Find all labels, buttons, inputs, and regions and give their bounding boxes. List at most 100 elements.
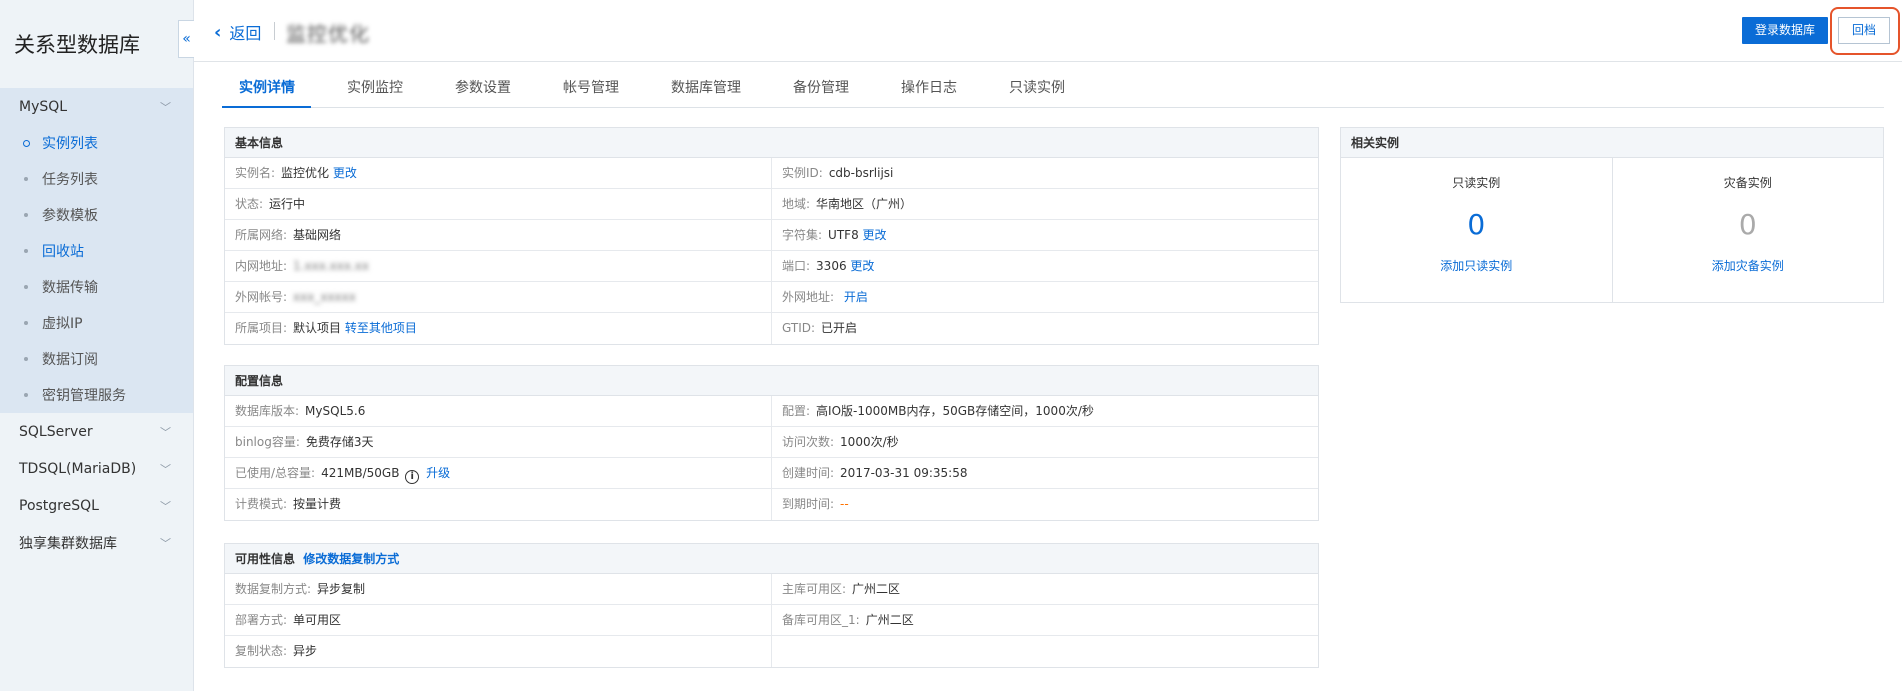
instance-name-row: 实例名: 监控优化 更改 (225, 158, 772, 189)
back-link[interactable]: ‹ 返回 (214, 20, 261, 44)
sidebar-item-instance-list[interactable]: 实例列表 (0, 125, 193, 161)
add-dr-link[interactable]: 添加灾备实例 (1613, 257, 1884, 274)
sidebar-item-label: 任务列表 (42, 172, 98, 188)
edit-charset-link[interactable]: 更改 (863, 228, 887, 242)
bullet-icon (24, 321, 28, 325)
readonly-instances: 只读实例 0 添加只读实例 (1341, 158, 1613, 302)
external-account-row: 外网帐号: xxx_xxxxx (225, 282, 772, 313)
tab-readonly-instance[interactable]: 只读实例 (992, 70, 1081, 108)
db-version-row: 数据库版本: MySQL5.6 (225, 396, 772, 427)
chevron-down-icon: ﹀ (160, 462, 171, 476)
info-icon[interactable]: i (405, 470, 420, 484)
modify-replication-link[interactable]: 修改数据复制方式 (303, 552, 399, 566)
spec-row: 配置: 高IO版-1000MB内存，50GB存储空间，1000次/秒 (772, 396, 1318, 427)
panel-title: 可用性信息 修改数据复制方式 (225, 544, 1318, 574)
edit-name-link[interactable]: 更改 (333, 166, 357, 180)
qps-row: 访问次数: 1000次/秒 (772, 427, 1318, 458)
sidebar-item-task-list[interactable]: 任务列表 (0, 161, 193, 197)
sidebar-item-label: 虚拟IP (42, 316, 83, 332)
chevron-down-icon: ﹀ (160, 100, 171, 114)
detail-tabs: 实例详情 实例监控 参数设置 帐号管理 数据库管理 备份管理 操作日志 只读实例 (222, 70, 1884, 108)
sidebar-item-virtual-ip[interactable]: 虚拟IP (0, 305, 193, 341)
sidebar-group-sqlserver[interactable]: SQLServer ﹀ (0, 413, 193, 450)
header-divider (274, 22, 275, 40)
tab-account-management[interactable]: 帐号管理 (546, 70, 635, 108)
charset-row: 字符集: UTF8 更改 (772, 220, 1318, 251)
sidebar-item-label: 回收站 (42, 244, 84, 260)
sidebar: 关系型数据库 « MySQL ﹀ 实例列表 任务列表 参数模板 回收站 数据传输… (0, 0, 194, 691)
status-row: 状态: 运行中 (225, 189, 772, 220)
replication-status-row: 复制状态: 异步 (225, 636, 772, 667)
upgrade-link[interactable]: 升级 (426, 466, 450, 480)
dr-instances: 灾备实例 0 添加灾备实例 (1613, 158, 1884, 302)
private-ip-row: 内网地址: 1.xxx.xxx.xx (225, 251, 772, 282)
sidebar-item-data-subscription[interactable]: 数据订阅 (0, 341, 193, 377)
tab-backup-management[interactable]: 备份管理 (776, 70, 865, 108)
dr-count: 0 (1738, 208, 1757, 241)
expire-time-row: 到期时间: -- (782, 497, 849, 511)
bullet-icon (24, 285, 28, 289)
active-dot-icon (23, 139, 30, 147)
add-readonly-link[interactable]: 添加只读实例 (1341, 257, 1612, 274)
bullet-icon (24, 393, 28, 397)
network-row: 所属网络: 基础网络 (225, 220, 772, 251)
gtid-row: GTID: 已开启 (782, 321, 858, 335)
sidebar-title: 关系型数据库 (14, 33, 140, 57)
tab-instance-monitor[interactable]: 实例监控 (330, 70, 419, 108)
enable-external-link[interactable]: 开启 (844, 290, 868, 304)
bullet-icon (24, 357, 28, 361)
master-zone-row: 主库可用区: 广州二区 (772, 574, 1318, 605)
sidebar-item-label: 实例列表 (42, 136, 98, 152)
sidebar-group-tdsql[interactable]: TDSQL(MariaDB) ﹀ (0, 450, 193, 487)
sidebar-item-param-template[interactable]: 参数模板 (0, 197, 193, 233)
chevron-down-icon: ﹀ (160, 499, 171, 513)
edit-port-link[interactable]: 更改 (850, 259, 874, 273)
collapse-sidebar-icon[interactable]: « (178, 20, 194, 58)
sidebar-group-mysql: MySQL ﹀ 实例列表 任务列表 参数模板 回收站 数据传输 虚拟IP 数据订… (0, 88, 193, 413)
login-database-button[interactable]: 登录数据库 (1741, 17, 1828, 44)
chevron-down-icon: ﹀ (160, 425, 171, 439)
sidebar-group-label: TDSQL(MariaDB) (19, 460, 137, 477)
sidebar-item-label: 数据订阅 (42, 352, 98, 368)
sidebar-group-label: 独享集群数据库 (19, 535, 117, 552)
backup-zone-row: 备库可用区_1: 广州二区 (772, 605, 1318, 636)
external-address-row: 外网地址: 开启 (772, 282, 1318, 313)
binlog-row: binlog容量: 免费存储3天 (225, 427, 772, 458)
sidebar-item-data-transfer[interactable]: 数据传输 (0, 269, 193, 305)
storage-usage-row: 已使用/总容量: 421MB/50GB i 升级 (225, 458, 772, 489)
sidebar-group-postgresql[interactable]: PostgreSQL ﹀ (0, 487, 193, 524)
tab-operation-log[interactable]: 操作日志 (884, 70, 973, 108)
readonly-count[interactable]: 0 (1341, 205, 1612, 245)
highlight-annotation (1830, 7, 1900, 55)
chevron-left-icon: ‹ (214, 21, 222, 43)
availability-info-panel: 可用性信息 修改数据复制方式 数据复制方式: 异步复制 主库可用区: 广州二区 部署… (224, 543, 1319, 668)
sidebar-group-label: MySQL (19, 98, 68, 115)
tab-database-management[interactable]: 数据库管理 (654, 70, 757, 108)
panel-title: 基本信息 (225, 128, 1318, 158)
page-title: 监控优化 (286, 22, 370, 46)
sidebar-item-label: 密钥管理服务 (42, 388, 126, 404)
page-header: ‹ 返回 监控优化 登录数据库 回档 (194, 0, 1902, 62)
bullet-icon (24, 249, 28, 253)
instance-id-row: 实例ID: cdb-bsrlijsi (772, 158, 1318, 189)
tab-instance-detail[interactable]: 实例详情 (222, 70, 311, 108)
sidebar-group-label: PostgreSQL (19, 497, 99, 514)
sidebar-item-label: 数据传输 (42, 280, 98, 296)
region-row: 地域: 华南地区（广州） (772, 189, 1318, 220)
project-row: 所属项目: 默认项目 转至其他项目 (225, 313, 772, 344)
related-instances-panel: 相关实例 只读实例 0 添加只读实例 灾备实例 0 添加灾备实例 (1340, 127, 1884, 303)
deploy-mode-row: 部署方式: 单可用区 (225, 605, 772, 636)
sidebar-group-mysql-header[interactable]: MySQL ﹀ (0, 88, 193, 125)
sidebar-item-recycle-bin[interactable]: 回收站 (0, 233, 193, 269)
panel-title: 配置信息 (225, 366, 1318, 396)
tab-param-settings[interactable]: 参数设置 (438, 70, 527, 108)
created-time-row: 创建时间: 2017-03-31 09:35:58 (772, 458, 1318, 489)
back-label: 返回 (229, 24, 262, 43)
panel-title: 相关实例 (1341, 128, 1883, 158)
sidebar-item-kms[interactable]: 密钥管理服务 (0, 377, 193, 413)
sidebar-group-dedicated-cluster[interactable]: 独享集群数据库 ﹀ (0, 524, 193, 561)
sidebar-item-label: 参数模板 (42, 208, 98, 224)
bullet-icon (24, 213, 28, 217)
move-project-link[interactable]: 转至其他项目 (345, 321, 417, 335)
billing-mode-row: 计费模式: 按量计费 (225, 489, 772, 520)
